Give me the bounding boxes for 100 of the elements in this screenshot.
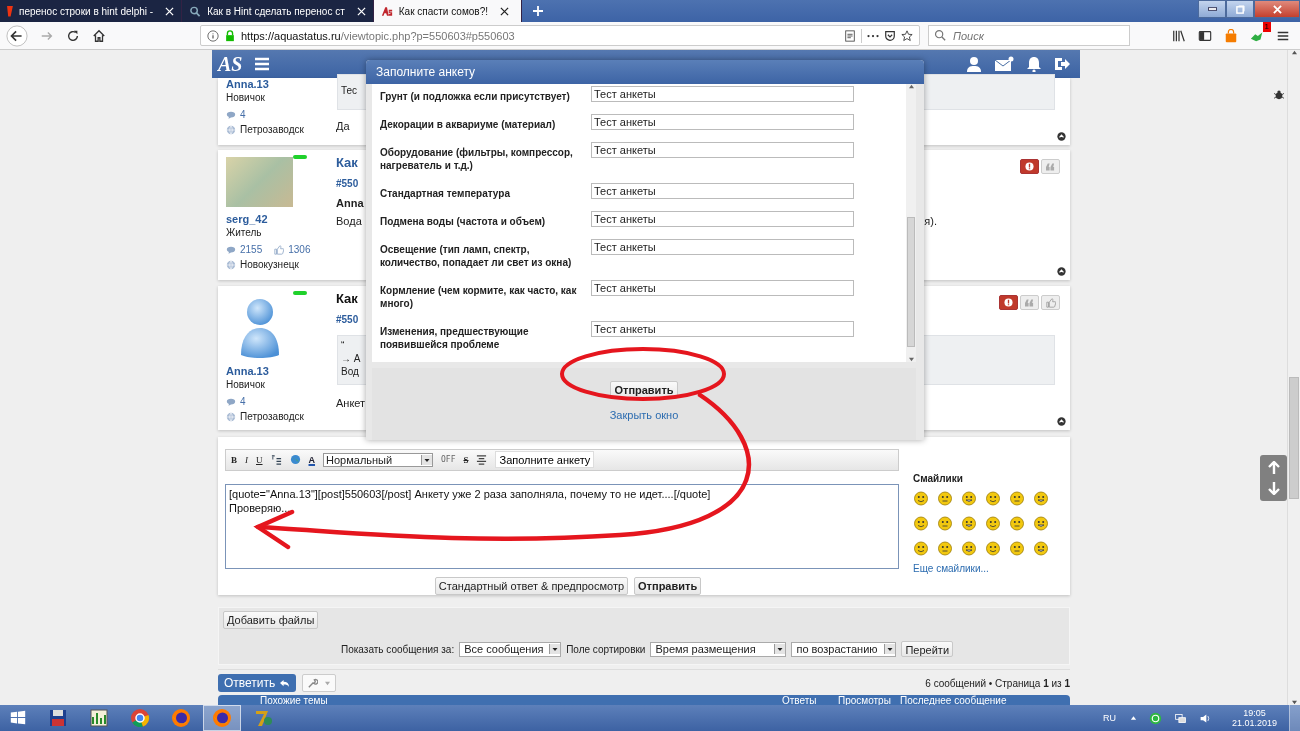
home-icon[interactable] <box>92 28 106 43</box>
reply-button[interactable]: Ответить <box>218 674 297 692</box>
report-button[interactable] <box>1020 159 1039 174</box>
smiley-icon[interactable] <box>913 515 929 531</box>
tools-dropdown[interactable] <box>302 674 337 692</box>
more-smileys-link[interactable]: Еще смайлики... <box>913 563 989 574</box>
scroll-down-arrow-icon[interactable] <box>1290 700 1298 705</box>
smiley-icon[interactable] <box>1009 515 1025 531</box>
dropdown-arrow-icon[interactable] <box>421 454 432 465</box>
username-link[interactable]: Anna.13 <box>226 78 269 90</box>
preview-button[interactable]: Стандартный ответ & предпросмотр <box>434 577 629 595</box>
network-icon[interactable] <box>1173 711 1187 725</box>
info-icon[interactable] <box>207 29 219 42</box>
site-logo[interactable]: AS <box>218 52 243 76</box>
answer-field[interactable]: Тест анкеты <box>591 142 854 158</box>
sort-order-dropdown[interactable]: по возрастанию <box>791 641 897 657</box>
dropdown-arrow-icon[interactable] <box>884 644 896 654</box>
sidebar-icon[interactable] <box>1198 28 1212 43</box>
smiley-icon[interactable] <box>1033 540 1049 556</box>
smiley-icon[interactable] <box>913 540 929 556</box>
smiley-icon[interactable] <box>985 490 1001 506</box>
answer-field[interactable]: Тест анкеты <box>591 114 854 130</box>
align-icon[interactable] <box>476 454 488 466</box>
taskbar-app[interactable] <box>203 705 241 731</box>
smiley-icon[interactable] <box>1033 515 1049 531</box>
language-indicator[interactable]: RU <box>1102 713 1116 723</box>
restore-button[interactable] <box>1226 0 1254 18</box>
scroll-top-icon[interactable] <box>1057 132 1066 141</box>
chat-app-icon[interactable] <box>1148 711 1162 725</box>
menu-icon[interactable] <box>254 56 271 72</box>
scrollbar-thumb[interactable] <box>1289 377 1299 499</box>
smiley-icon[interactable] <box>985 515 1001 531</box>
library-icon[interactable] <box>1172 28 1186 43</box>
add-files-button[interactable]: Добавить файлы <box>223 611 319 629</box>
post-title-link[interactable]: Как <box>336 155 358 170</box>
close-icon[interactable] <box>500 6 509 16</box>
dropdown-arrow-icon[interactable] <box>549 644 561 654</box>
username-link[interactable]: Anna.13 <box>226 365 269 377</box>
scroll-down-arrow-icon[interactable] <box>907 357 915 362</box>
font-size-dropdown[interactable]: Нормальный <box>323 452 433 467</box>
bold-button[interactable]: B <box>231 454 237 465</box>
tray-expand-icon[interactable] <box>1129 715 1137 721</box>
mail-icon[interactable] <box>994 56 1014 72</box>
shopping-bag-icon[interactable] <box>1224 28 1238 43</box>
pocket-icon[interactable] <box>884 29 896 42</box>
search-field[interactable]: Поиск <box>928 25 1130 46</box>
scroll-down-icon[interactable] <box>1266 481 1281 495</box>
answer-field[interactable]: Тест анкеты <box>591 239 854 255</box>
answer-field[interactable]: Тест анкеты <box>591 321 854 337</box>
reload-icon[interactable] <box>66 28 80 43</box>
globe-icon[interactable] <box>289 454 301 466</box>
scrollbar-thumb[interactable] <box>907 217 915 347</box>
period-dropdown[interactable]: Все сообщения <box>459 641 562 657</box>
back-icon[interactable] <box>6 24 28 47</box>
bell-icon[interactable] <box>1026 56 1042 72</box>
scroll-top-icon[interactable] <box>1057 417 1066 426</box>
dropdown-arrow-icon[interactable] <box>774 644 786 654</box>
toggle-button[interactable]: OFF <box>441 455 456 465</box>
clock-date[interactable]: 21.01.2019 <box>1231 718 1277 728</box>
post-title-link[interactable]: Как <box>336 291 358 306</box>
post-number-link[interactable]: #550 <box>336 178 359 189</box>
answer-field[interactable]: Тест анкеты <box>591 183 854 199</box>
bug-icon[interactable] <box>1273 90 1285 100</box>
minimize-button[interactable] <box>1198 0 1226 18</box>
new-tab-icon[interactable] <box>532 5 544 17</box>
user-icon[interactable] <box>966 56 982 72</box>
username-link[interactable]: serg_42 <box>226 213 268 225</box>
italic-button[interactable]: I <box>245 454 248 465</box>
browser-tab[interactable]: Как в Hint сделать перенос ст <box>182 0 374 22</box>
answer-field[interactable]: Тест анкеты <box>591 86 854 102</box>
smiley-icon[interactable] <box>937 540 953 556</box>
go-button[interactable]: Перейти <box>901 641 954 657</box>
answer-field[interactable]: Тест анкеты <box>591 211 854 227</box>
smiley-icon[interactable] <box>1009 540 1025 556</box>
message-textarea[interactable]: [quote="Anna.13"][post]550603[/post] Анкету уже 2 раза заполняла, почему то не идет....[/quote] Проверяю... <box>225 483 899 569</box>
smiley-icon[interactable] <box>1033 490 1049 506</box>
browser-tab[interactable]: перенос строки в hint delphi - <box>0 0 183 22</box>
scroll-top-icon[interactable] <box>1057 267 1066 276</box>
strikethrough-button[interactable]: S <box>463 454 469 465</box>
font-color-button[interactable]: A <box>308 454 315 465</box>
browser-tab[interactable]: Как спасти сомов?! <box>373 0 522 22</box>
reader-view-icon[interactable] <box>844 29 856 42</box>
smiley-icon[interactable] <box>913 490 929 506</box>
list-icon[interactable] <box>270 454 282 466</box>
report-button[interactable] <box>999 295 1018 310</box>
smiley-icon[interactable] <box>961 490 977 506</box>
clock-time[interactable]: 19:05 <box>1243 708 1266 718</box>
scrollbar[interactable] <box>906 84 916 362</box>
scroll-up-arrow-icon[interactable] <box>1290 50 1298 55</box>
logout-icon[interactable] <box>1054 56 1070 72</box>
smiley-icon[interactable] <box>961 515 977 531</box>
close-button[interactable] <box>1254 0 1300 18</box>
underline-button[interactable]: U <box>256 454 263 465</box>
answer-field[interactable]: Тест анкеты <box>591 280 854 296</box>
form-button[interactable]: Заполните анкету <box>495 451 595 469</box>
smiley-icon[interactable] <box>1009 490 1025 506</box>
close-window-link[interactable]: Закрыть окно <box>609 409 679 421</box>
submit-button[interactable]: Отправить <box>634 577 702 595</box>
post-number-link[interactable]: #550 <box>336 314 359 325</box>
page-scrollbar[interactable] <box>1287 50 1300 705</box>
